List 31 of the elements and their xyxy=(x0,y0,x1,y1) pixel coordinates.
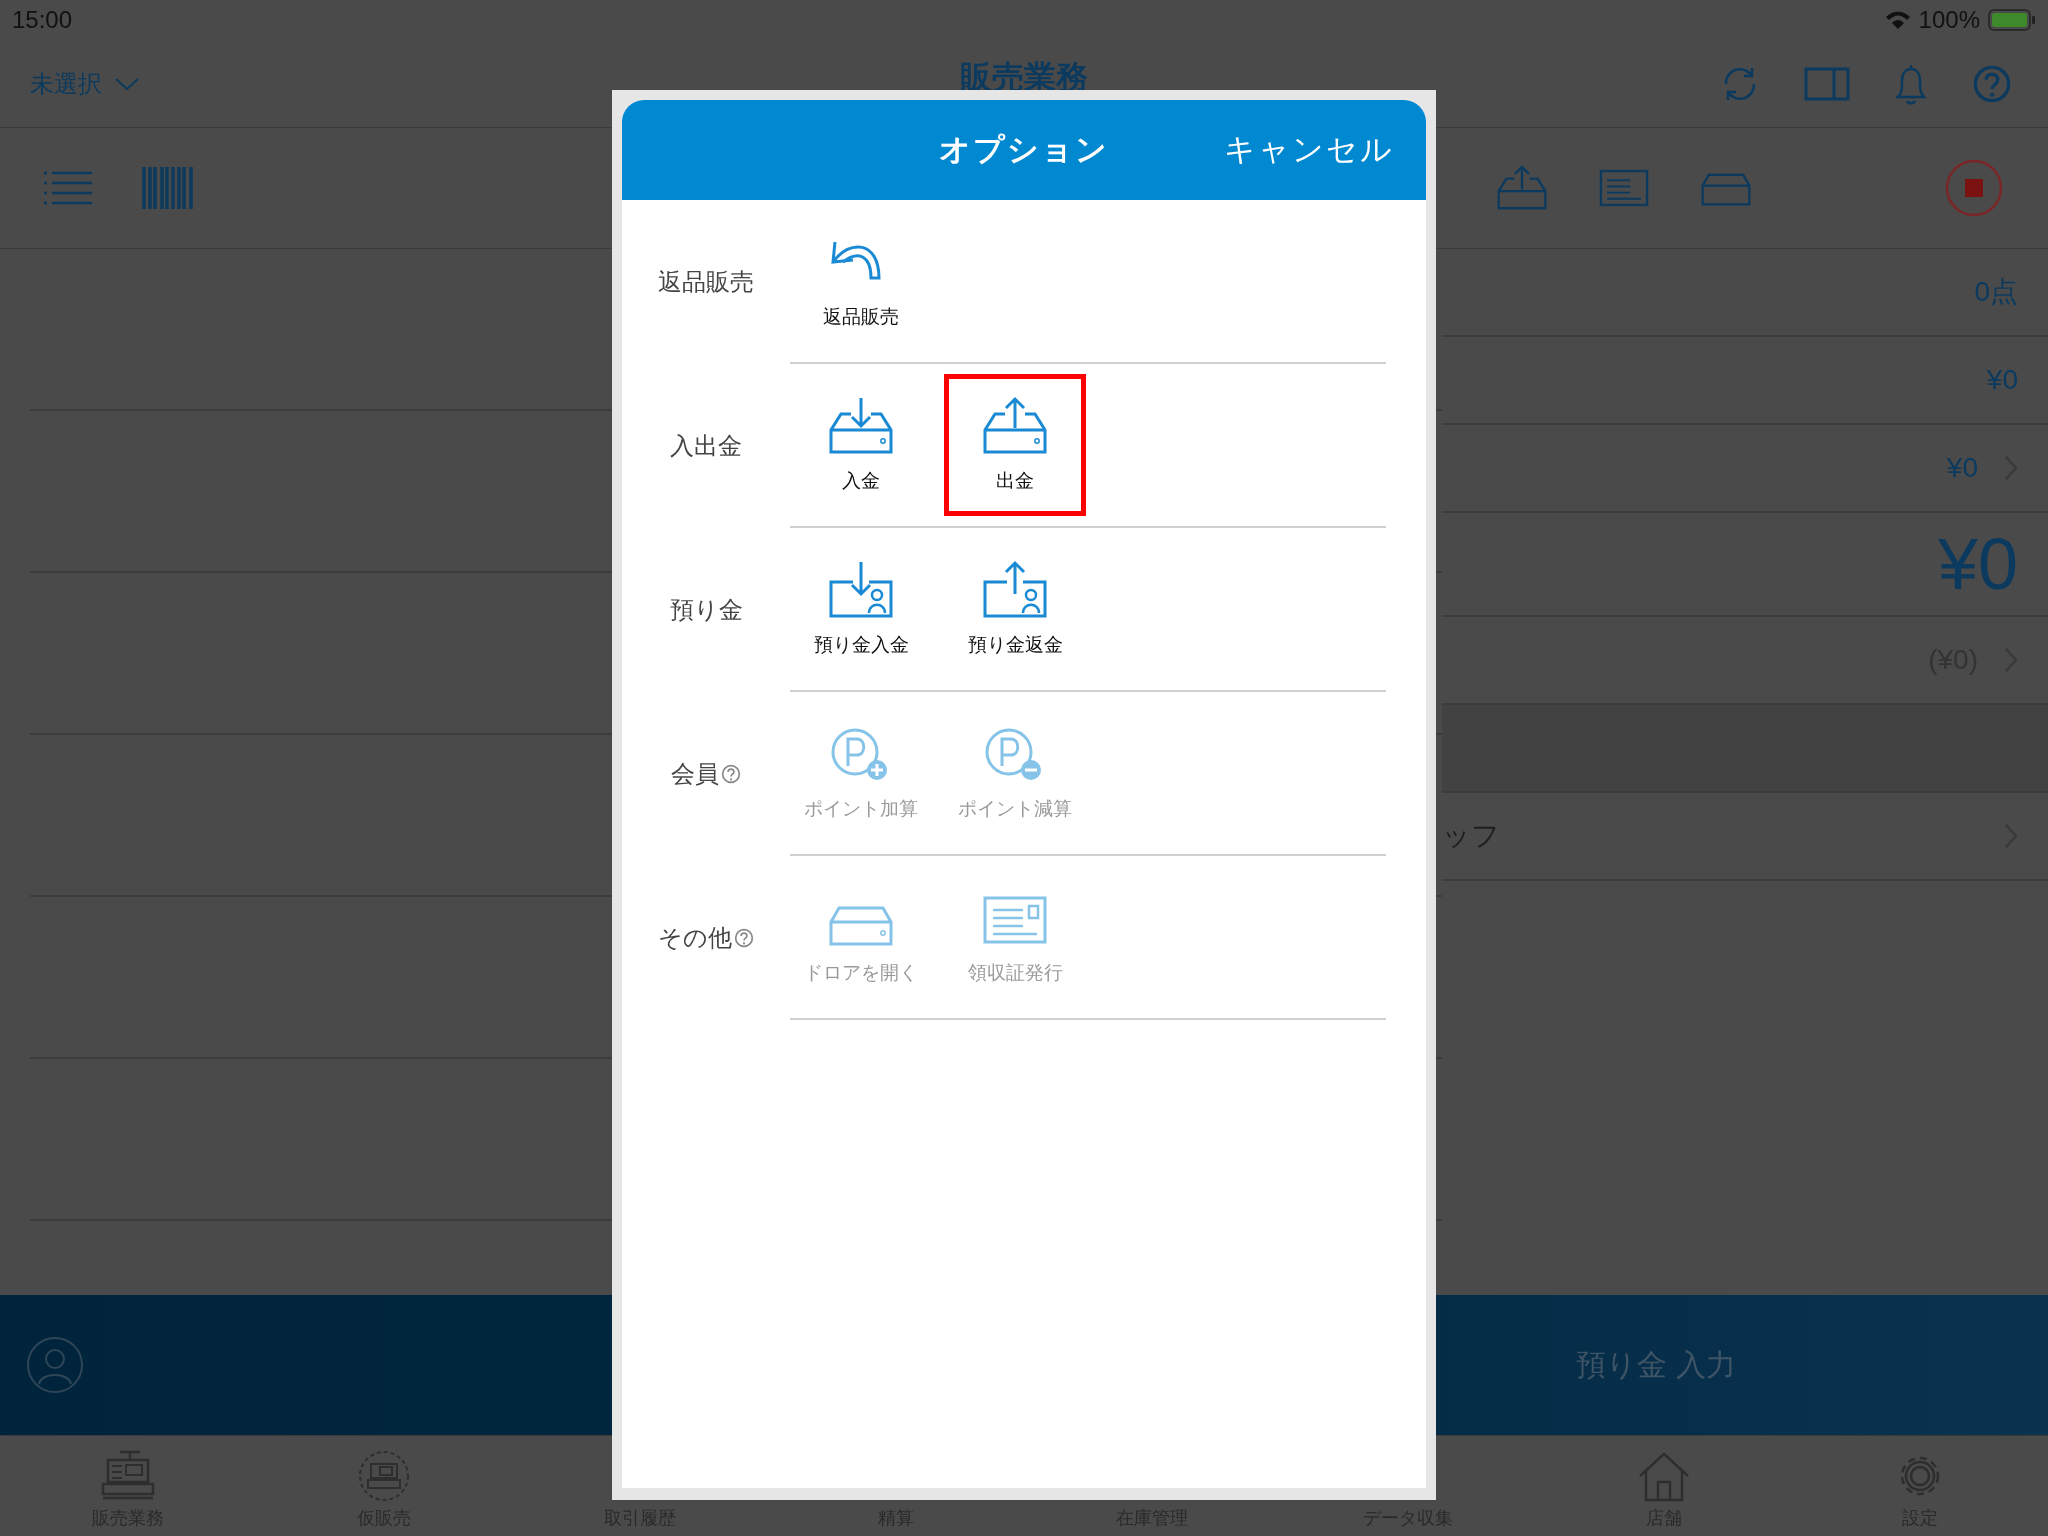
user-icon[interactable] xyxy=(26,1336,84,1394)
help-icon xyxy=(1972,63,2012,104)
battery-percent: 100% xyxy=(1918,6,1980,34)
status-time: 15:00 xyxy=(12,6,73,34)
option-button[interactable]: 出金 xyxy=(944,374,1086,516)
option-button[interactable]: 預り金返金 xyxy=(944,538,1086,680)
dashed-register-icon xyxy=(356,1450,412,1502)
cash-register-icon xyxy=(100,1450,156,1502)
bell-icon[interactable] xyxy=(1894,62,1928,105)
modal-title: オプション xyxy=(939,132,1109,167)
chevron-down-icon[interactable] xyxy=(114,75,140,92)
summary-value: ¥0 xyxy=(1946,452,1978,484)
stop-button[interactable] xyxy=(1944,158,2004,218)
summary-value: ¥0 xyxy=(1986,364,2018,396)
section-label: 預り金 xyxy=(669,595,743,625)
section-label: その他 xyxy=(658,923,732,953)
section-label: 入出金 xyxy=(670,431,742,461)
section-label: 返品販売 xyxy=(658,267,754,297)
section-label: 会員 xyxy=(671,759,719,789)
total-amount: ¥0 xyxy=(1937,523,2018,605)
cancel-button[interactable]: キャンセル xyxy=(1224,129,1394,171)
split-panel-icon[interactable] xyxy=(1804,66,1850,101)
deposit-entry-button[interactable]: 預り金 入力 xyxy=(1576,1344,1736,1386)
barcode-icon[interactable] xyxy=(142,167,194,209)
battery-icon xyxy=(1988,9,2036,31)
option-button[interactable]: 返品販売 xyxy=(790,210,932,352)
option-button[interactable]: 預り金入金 xyxy=(790,538,932,680)
wifi-icon xyxy=(1884,10,1911,30)
option-button[interactable]: 入金 xyxy=(790,374,932,516)
list-icon[interactable] xyxy=(44,170,92,206)
summary-value: 0点 xyxy=(1974,275,2018,309)
